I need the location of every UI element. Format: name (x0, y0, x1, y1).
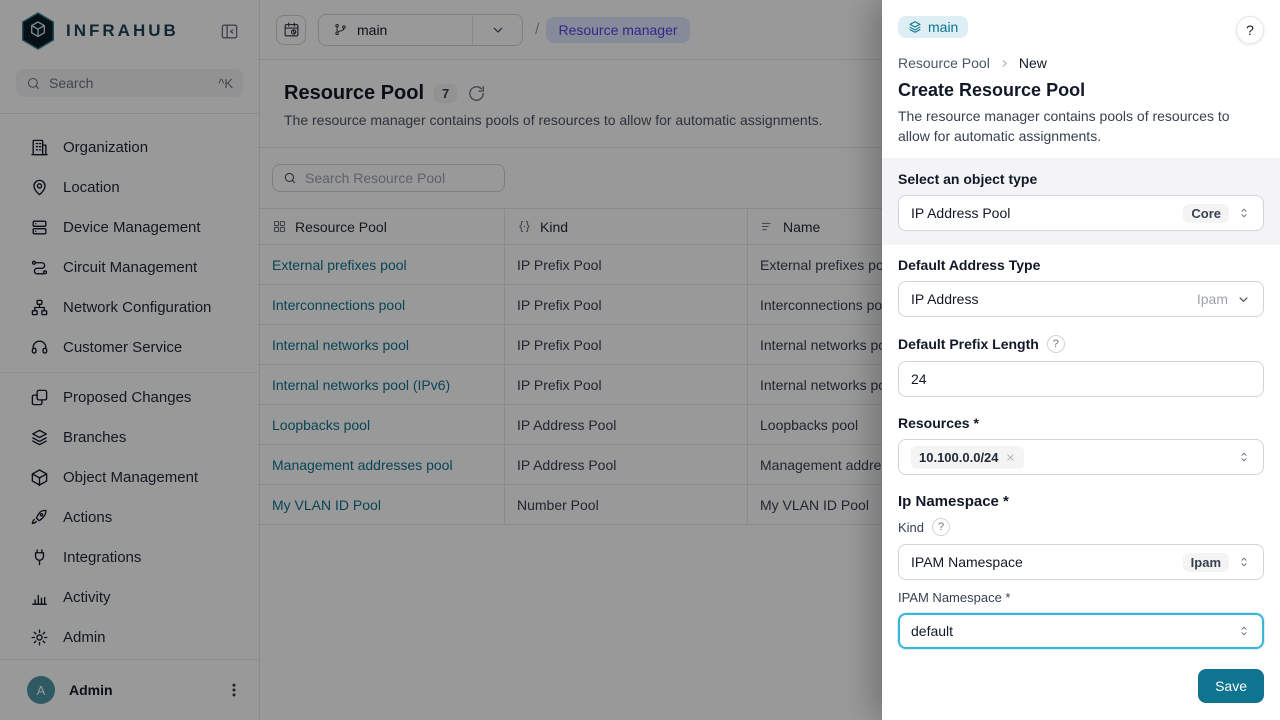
chevrons-up-down-icon (1237, 206, 1251, 220)
default-prefix-length-input[interactable] (911, 371, 1251, 387)
default-address-type-label: Default Address Type (898, 257, 1264, 273)
drawer-title: Create Resource Pool (898, 80, 1264, 101)
drawer-footer: Save (882, 669, 1280, 720)
kind-value: IPAM Namespace (911, 554, 1175, 570)
drawer-header: main ? Resource Pool New Create Resource… (882, 0, 1280, 158)
field-default-prefix-length: Default Prefix Length ? (898, 335, 1264, 397)
resources-label: Resources * (898, 415, 1264, 431)
ip-namespace-label: Ip Namespace * (898, 493, 1264, 510)
drawer-breadcrumb: Resource Pool New (898, 55, 1264, 71)
field-resources: Resources * 10.100.0.0/24 (898, 415, 1264, 475)
object-type-label: Select an object type (898, 171, 1264, 187)
default-prefix-length-field (898, 361, 1264, 397)
branch-badge-label: main (928, 19, 958, 35)
drawer-form: Default Address Type IP Address Ipam Def… (882, 245, 1280, 669)
object-type-section: Select an object type IP Address Pool Co… (882, 158, 1280, 245)
ipam-namespace-label: IPAM Namespace * (898, 590, 1010, 605)
chevrons-up-down-icon (1237, 624, 1251, 638)
layers-icon (908, 20, 922, 34)
chevrons-up-down-icon (1237, 450, 1251, 464)
resource-chip: 10.100.0.0/24 (911, 446, 1024, 469)
drawer-description: The resource manager contains pools of r… (898, 106, 1264, 158)
default-address-type-value: IP Address (911, 291, 1189, 307)
drawer-breadcrumb-current: New (1019, 55, 1047, 71)
field-ip-namespace: Ip Namespace * Kind ? IPAM Namespace Ipa… (898, 493, 1264, 649)
resources-multiselect[interactable]: 10.100.0.0/24 (898, 439, 1264, 475)
drawer-breadcrumb-parent[interactable]: Resource Pool (898, 55, 990, 71)
field-default-address-type: Default Address Type IP Address Ipam (898, 257, 1264, 317)
kind-badge: Ipam (1183, 553, 1229, 572)
ipam-namespace-select[interactable]: default (898, 613, 1264, 649)
help-button[interactable]: ? (1236, 16, 1264, 44)
save-button[interactable]: Save (1198, 669, 1264, 703)
chevron-down-icon (1236, 292, 1251, 307)
ipam-namespace-value: default (911, 623, 1229, 639)
kind-label: Kind (898, 520, 924, 535)
object-type-badge: Core (1183, 204, 1229, 223)
default-address-type-select[interactable]: IP Address Ipam (898, 281, 1264, 317)
resource-chip-value: 10.100.0.0/24 (919, 450, 999, 465)
object-type-value: IP Address Pool (911, 205, 1175, 221)
chevron-right-icon (998, 57, 1011, 70)
default-prefix-length-label: Default Prefix Length (898, 336, 1039, 352)
branch-badge: main (898, 16, 968, 38)
chevrons-up-down-icon (1237, 555, 1251, 569)
help-tooltip-icon[interactable]: ? (1047, 335, 1065, 353)
object-type-select[interactable]: IP Address Pool Core (898, 195, 1264, 231)
create-resource-pool-drawer: main ? Resource Pool New Create Resource… (882, 0, 1280, 720)
help-tooltip-icon[interactable]: ? (932, 518, 950, 536)
kind-select[interactable]: IPAM Namespace Ipam (898, 544, 1264, 580)
default-address-type-hint: Ipam (1197, 291, 1228, 307)
remove-chip-icon[interactable] (1005, 452, 1016, 463)
